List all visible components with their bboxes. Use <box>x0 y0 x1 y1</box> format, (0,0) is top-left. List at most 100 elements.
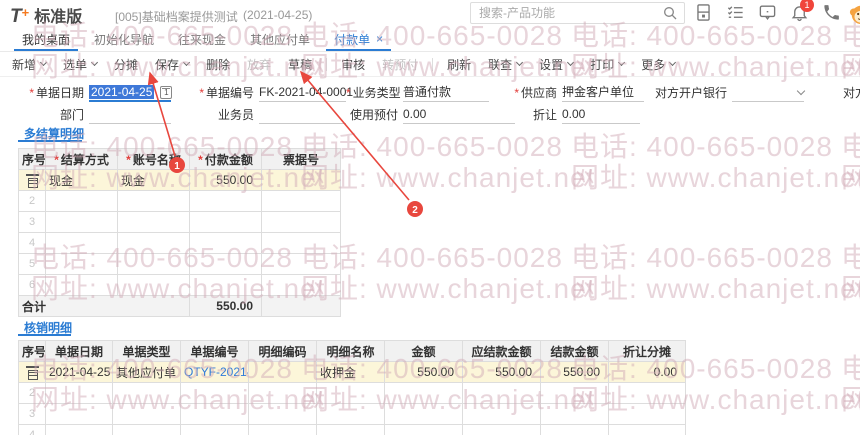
cell-settle-method[interactable]: 现金 <box>45 169 118 191</box>
doc-no-input[interactable]: FK-2021-04-0001 <box>259 83 353 102</box>
table-row: 现金 现金 550.00 <box>18 169 341 191</box>
supplier-input[interactable]: 押金客户单位 <box>562 83 644 102</box>
chevron-down-icon <box>796 86 806 95</box>
col-doc-no: 单据编号 <box>180 340 249 362</box>
action-toolbar: 新增 选单 分摊 保存 删除 放弃 草稿 审核 转预付 刷新 联查 设置 打印 … <box>0 52 860 77</box>
toolbar-button-more[interactable]: 更多 <box>641 56 677 73</box>
phone-icon[interactable] <box>822 3 841 22</box>
cell-account-name[interactable]: 现金 <box>117 169 190 191</box>
field-doc-no: * 单据编号 FK-2021-04-0001 <box>199 83 354 102</box>
watermark-text: 网址: www.chanjet.net <box>841 273 860 304</box>
logo-t: T <box>10 6 22 27</box>
tab-my-desktop[interactable]: 我的桌面 <box>10 27 82 51</box>
discount-input[interactable]: 0.00 <box>562 105 640 124</box>
col-pay-amount: * 付款金额 <box>189 148 262 170</box>
toolbar-button-apportion[interactable]: 分摊 <box>114 56 138 73</box>
tab-init-navigation[interactable]: 初始化导航 <box>82 27 166 51</box>
tab-other-payable[interactable]: 其他应付单 <box>238 27 322 51</box>
col-detail-name: 明细名称 <box>316 340 385 362</box>
field-salesman: 业务员 <box>190 104 346 124</box>
row-flag-icon <box>25 174 39 189</box>
col-account-name: * 账号名称 <box>117 148 190 170</box>
settlement-total-row: 合计 550.00 <box>18 295 341 317</box>
department-input[interactable] <box>89 105 171 124</box>
toolbar-button-print[interactable]: 打印 <box>590 56 626 73</box>
cell-detail-code <box>248 361 317 383</box>
toolbar-button-refresh[interactable]: 刷新 <box>447 56 471 73</box>
notification-bell[interactable]: 1 <box>790 0 814 22</box>
search-input[interactable] <box>471 6 662 20</box>
field-supplier: * 供应商 押金客户单位 <box>505 82 644 102</box>
field-account-no: 对方账号 <box>843 85 860 100</box>
chevron-down-icon <box>516 58 524 67</box>
table-row: 6 <box>18 274 341 296</box>
calculator-icon[interactable] <box>694 3 713 22</box>
biz-type-input[interactable]: 普通付款 <box>403 83 489 102</box>
watermark-text: 电话: 400-665-0028 <box>841 131 860 162</box>
salesman-input[interactable] <box>259 105 346 124</box>
toolbar-button-settings[interactable]: 设置 <box>539 56 575 73</box>
col-seq: 序号 <box>18 340 46 362</box>
cell-bill-no[interactable] <box>261 169 341 191</box>
table-row: 5 <box>18 253 341 275</box>
table-row: 2021-04-25 其他应付单 QTYF-2021-... 收押金 550.0… <box>18 361 686 383</box>
col-due-amount: 应结款金额 <box>462 340 541 362</box>
col-doc-date: 单据日期 <box>45 340 113 362</box>
toolbar-button-draft[interactable]: 草稿 <box>288 56 312 73</box>
table-row: 4 <box>18 424 686 435</box>
cell-discount-share[interactable]: 0.00 <box>608 361 686 383</box>
toolbar-divider <box>326 57 328 71</box>
table-row: 3 <box>18 211 341 233</box>
table-row: 3 <box>18 403 686 425</box>
watermark-text: 网址: www.chanjet.net <box>841 384 860 415</box>
toolbar-button-audit[interactable]: 审核 <box>341 56 365 73</box>
chevron-down-icon <box>618 58 626 67</box>
tab-payment-order[interactable]: 付款单 × <box>322 27 395 51</box>
watermark-text: 网址: www.chanjet.net <box>301 273 596 304</box>
col-doc-type: 单据类型 <box>112 340 181 362</box>
search-icon[interactable] <box>662 5 678 21</box>
product-search[interactable] <box>470 2 685 24</box>
row-flag-icon <box>25 366 39 381</box>
svg-text:2: 2 <box>412 205 418 216</box>
field-department: 部门 <box>24 104 171 124</box>
table-row: 2 <box>18 190 341 212</box>
col-seq: 序号 <box>18 148 46 170</box>
current-row-indicator <box>18 361 46 383</box>
cell-settle-amount[interactable]: 550.00 <box>540 361 609 383</box>
assistant-mascot-icon[interactable] <box>849 3 860 25</box>
watermark-text: 电话: 400-665-0028 <box>841 353 860 384</box>
cell-pay-amount[interactable]: 550.00 <box>189 169 262 191</box>
checklist-icon[interactable] <box>726 3 745 22</box>
tab-current-cash[interactable]: 往来现金 <box>166 27 238 51</box>
doc-date-input[interactable]: 2021-04-25 1 <box>89 83 173 102</box>
total-amount: 550.00 <box>189 295 262 317</box>
calendar-icon[interactable]: 1 <box>160 85 173 99</box>
prepay-input[interactable]: 0.00 <box>403 105 515 124</box>
col-amount: 金额 <box>384 340 463 362</box>
source-doc-link[interactable]: QTYF-2021-... <box>184 365 248 379</box>
app-window: T + 标准版 [005]基础档案提供测试 (2021-04-25) 搜索-产品… <box>0 0 860 435</box>
toolbar-button-add[interactable]: 新增 <box>12 56 48 73</box>
message-icon[interactable] <box>758 3 777 22</box>
chevron-down-icon <box>90 58 99 67</box>
chevron-down-icon <box>39 58 48 67</box>
cell-doc-no: QTYF-2021-... <box>180 361 249 383</box>
watermark-text: 网址: www.chanjet.net <box>301 162 596 193</box>
toolbar-button-save[interactable]: 保存 <box>155 56 191 73</box>
bank-select[interactable] <box>732 83 806 102</box>
toolbar-button-linked-query[interactable]: 联查 <box>488 56 524 73</box>
toolbar-button-delete[interactable]: 删除 <box>206 56 230 73</box>
watermark-text: 网址: www.chanjet.net <box>571 273 860 304</box>
toolbar-button-abandon: 放弃 <box>247 57 272 72</box>
notification-badge: 1 <box>800 0 814 12</box>
writeoff-header-row: 序号 单据日期 单据类型 单据编号 明细编码 明细名称 金额 应结款金额 结款金… <box>18 340 686 362</box>
table-row: 4 <box>18 232 341 254</box>
topbar-icons: 1 <box>694 0 841 22</box>
field-discount: 折让 0.00 <box>505 104 640 124</box>
toolbar-button-select-order[interactable]: 选单 <box>63 56 99 73</box>
account-set-label: [005]基础档案提供测试 <box>115 10 238 24</box>
close-icon[interactable]: × <box>376 32 383 46</box>
chevron-down-icon <box>567 58 575 67</box>
writeoff-tab-underline <box>18 334 71 336</box>
